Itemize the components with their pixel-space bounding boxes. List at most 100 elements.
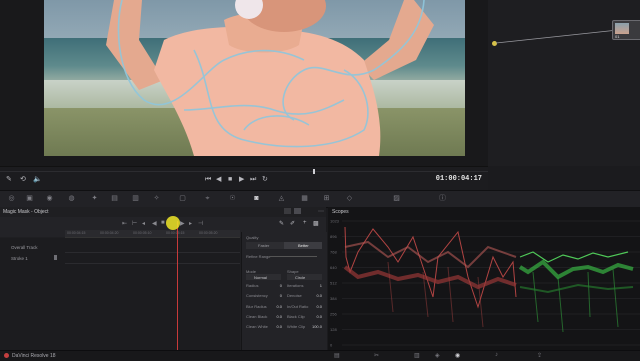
stop-icon[interactable]: ■ — [228, 176, 232, 183]
ruler-label: 00:00:04:15 — [67, 231, 86, 235]
clean-white-value[interactable]: 0.0 — [270, 324, 282, 329]
window-icon[interactable]: ▢ — [178, 195, 187, 202]
overlay-toggle-icon[interactable]: ▩ — [313, 220, 319, 227]
color-wheels-icon[interactable]: ◉ — [45, 195, 54, 202]
node-editor[interactable]: 01 — [488, 0, 640, 166]
row-divider — [65, 263, 240, 264]
qualifier-icon[interactable]: ✧ — [152, 195, 161, 202]
better-option[interactable]: Better — [298, 243, 309, 248]
mouse-cursor-highlight — [166, 216, 180, 230]
track-name-overall[interactable]: Overall Track — [11, 245, 38, 250]
last-frame-icon[interactable]: ⏭ — [250, 176, 256, 183]
add-icon[interactable]: + — [303, 220, 307, 226]
timeline-ruler[interactable]: 00:00:04:15 00:00:04:20 00:00:05:10 00:0… — [65, 230, 240, 238]
waveform-icon[interactable]: ▨ — [392, 195, 401, 202]
magic-mask-active-icon[interactable]: ◙ — [252, 195, 261, 202]
blur-radius-value[interactable]: 0.0 — [270, 304, 282, 309]
consistency-value[interactable]: 0 — [270, 293, 282, 298]
motion-effects-icon[interactable]: ✦ — [90, 195, 99, 202]
tracker-icon[interactable]: ⌖ — [203, 195, 212, 202]
playhead[interactable] — [177, 221, 178, 350]
media-page-icon[interactable]: ▤ — [334, 352, 340, 359]
fusion-page-icon[interactable]: ◈ — [435, 352, 440, 359]
palette-toolbar: ◎ ▣ ◉ ◍ ✦ ▤ ▥ ✧ ▢ ⌖ ☉ ◙ ◬ ▦ ⊞ ◇ ▨ ⓘ — [0, 190, 640, 208]
status-bar: DaVinci Resolve 18 ▤ ✂ ▥ ◈ ◉ ♪ ⇪ — [0, 350, 640, 361]
shape-select[interactable]: Circle — [287, 274, 322, 280]
first-frame-icon[interactable]: ⏮ — [205, 176, 211, 183]
scope-scale-label: 128 — [330, 327, 337, 332]
track-forward-icon[interactable]: ▶ — [180, 220, 185, 227]
white-clip-value[interactable]: 100.0 — [310, 324, 322, 329]
quality-label: Quality — [246, 235, 259, 240]
more-options-icon[interactable]: ⋯ — [318, 208, 324, 215]
person-mode-icon[interactable] — [284, 208, 291, 214]
track-backward-icon[interactable]: ◀ — [152, 220, 157, 227]
faster-option[interactable]: Faster — [258, 243, 269, 248]
resolve-logo-icon — [4, 353, 9, 358]
iterations-label: Iterations — [287, 283, 304, 288]
iterations-value[interactable]: 1 — [310, 283, 322, 288]
track-name-stroke[interactable]: Stroke 1 — [11, 256, 28, 261]
track-stop-icon[interactable]: ■ — [161, 220, 165, 226]
scope-scale-label: 896 — [330, 234, 337, 239]
magic-mask-icon[interactable]: ☉ — [228, 195, 237, 202]
color-page-icon[interactable]: ◉ — [455, 352, 460, 359]
scrubber-handle[interactable] — [313, 169, 315, 174]
scrubber-track[interactable] — [0, 171, 488, 172]
scopes-panel: Scopes 1023 896 768 640 512 384 256 128 0 — [328, 207, 640, 350]
loop-icon[interactable]: ⟲ — [20, 176, 26, 183]
pen-icon[interactable]: ✎ — [6, 176, 12, 183]
parade-scope: 1023 896 768 640 512 384 256 128 0 — [330, 219, 640, 348]
edit-page-icon[interactable]: ▥ — [414, 352, 420, 359]
black-clip-label: Black Clip — [287, 314, 305, 319]
rgb-mixer-icon[interactable]: ◍ — [67, 195, 76, 202]
color-warper-icon[interactable]: ▥ — [131, 195, 140, 202]
key-icon[interactable]: ▦ — [300, 195, 309, 202]
scope-scale-label: 256 — [330, 312, 337, 317]
fairlight-page-icon[interactable]: ♪ — [495, 352, 498, 358]
timecode-display: 01:00:04:17 — [435, 175, 482, 183]
loop-playback-icon[interactable]: ↻ — [262, 176, 268, 183]
step-back-icon[interactable]: ◂ — [142, 220, 145, 227]
play-icon[interactable]: ▶ — [239, 176, 244, 183]
trash-icon[interactable] — [54, 255, 57, 260]
cut-page-icon[interactable]: ✂ — [374, 352, 379, 359]
refine-range-slider[interactable] — [269, 256, 317, 257]
denoise-value[interactable]: 0.0 — [310, 293, 322, 298]
scope-scale-label: 1023 — [330, 219, 340, 224]
white-clip-label: White Clip — [287, 324, 306, 329]
clean-black-value[interactable]: 0.0 — [270, 314, 282, 319]
video-frame[interactable] — [44, 0, 465, 156]
sizing-icon[interactable]: ⊞ — [322, 195, 331, 202]
radius-value[interactable]: 0 — [270, 283, 282, 288]
viewer[interactable] — [0, 0, 488, 166]
deliver-page-icon[interactable]: ⇪ — [537, 352, 542, 359]
transport-bar: ✎ ⟲ 🔈 ⏮ ◀ ■ ▶ ⏭ ↻ 01:00:04:17 — [0, 166, 488, 191]
quality-panel: Quality Faster Better Refine Range Mode … — [241, 232, 327, 350]
camera-raw-icon[interactable]: ◎ — [7, 195, 16, 202]
track-reverse-icon[interactable]: ⇤ — [122, 220, 127, 227]
volume-icon[interactable]: 🔈 — [33, 176, 42, 183]
color-match-icon[interactable]: ▣ — [25, 195, 34, 202]
track-end-icon[interactable]: ⊣ — [198, 220, 203, 227]
scope-scale-label: 0 — [330, 343, 333, 348]
blur-icon[interactable]: ◬ — [277, 195, 286, 202]
curves-icon[interactable]: ▤ — [110, 195, 119, 202]
3d-icon[interactable]: ◇ — [345, 195, 354, 202]
step-forward-icon[interactable]: ▸ — [189, 220, 192, 227]
mode-select[interactable]: Normal — [246, 274, 281, 280]
eyedropper-icon[interactable]: ✎ — [279, 220, 284, 227]
subtract-stroke-icon[interactable]: ✐ — [290, 220, 295, 227]
in-out-ratio-value[interactable]: 0.0 — [310, 304, 322, 309]
app-name: DaVinci Resolve 18 — [12, 353, 56, 359]
radius-label: Radius — [246, 283, 259, 288]
track-list: Overall Track Stroke 1 — [0, 238, 240, 350]
ruler-label: 00:00:04:20 — [100, 231, 119, 235]
object-mode-icon[interactable] — [294, 208, 301, 214]
reverse-play-icon[interactable]: ◀ — [216, 176, 221, 183]
track-back-icon[interactable]: ⊢ — [132, 220, 137, 227]
quality-toggle[interactable]: Faster Better — [246, 242, 322, 249]
black-clip-value[interactable]: 0.0 — [310, 314, 322, 319]
info-icon[interactable]: ⓘ — [438, 195, 447, 202]
node-01[interactable]: 01 — [612, 20, 640, 40]
